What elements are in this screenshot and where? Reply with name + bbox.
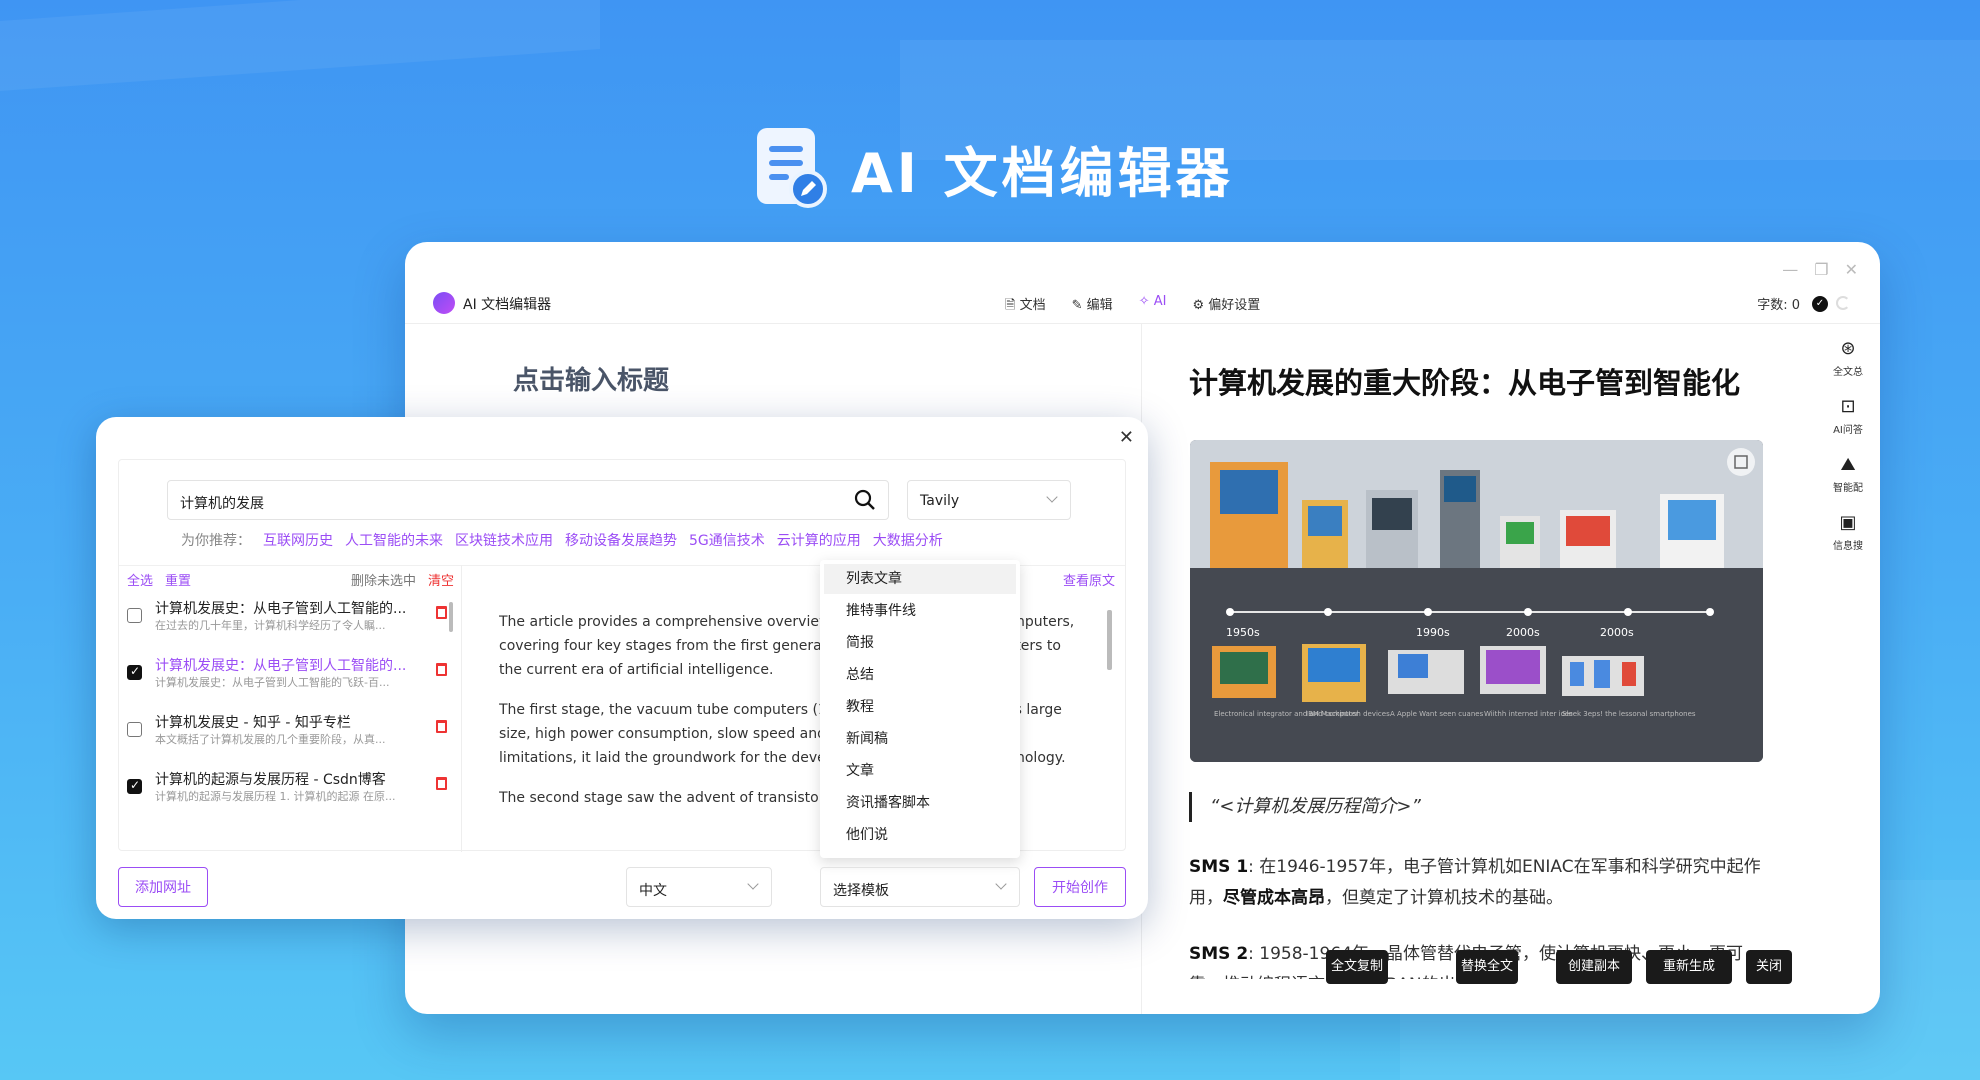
caption: Wiithh interned inter ioes <box>1484 710 1573 718</box>
nav-ai[interactable]: ✧ AI <box>1139 294 1167 318</box>
top-bar: AI 文档编辑器 🗎 文档 ✎ 编辑 ✧ AI ⚙ 偏好设置 字数: 0 ✓ <box>405 282 1880 324</box>
language-select[interactable]: 中文 <box>626 867 772 907</box>
close-button[interactable]: 关闭 <box>1746 950 1792 984</box>
scrollbar[interactable] <box>449 602 453 632</box>
search-screen-icon: ▣ <box>1839 512 1857 533</box>
document-edit-icon <box>755 128 827 208</box>
menu-item[interactable]: 列表文章 <box>824 564 1016 594</box>
sidebar-item-smart[interactable]: ⛰ 智能配 <box>1816 454 1880 494</box>
paragraph-1: SMS 1: 在1946-1957年，电子管计算机如ENIAC在军事和科学研究中… <box>1189 857 1761 908</box>
illustration-image: 1950s 1990s 2000s 2000s Electronical int… <box>1190 440 1763 762</box>
search-icon[interactable] <box>852 487 878 513</box>
view-source-link[interactable]: 查看原文 <box>1063 570 1115 589</box>
result-row[interactable]: 计算机发展史：从电子管到人工智能的...计算机发展史：从电子管到人工智能的飞跃-… <box>127 655 447 707</box>
chart-icon: ⛰ <box>1840 454 1856 475</box>
nav-document[interactable]: 🗎 文档 <box>1005 294 1046 318</box>
hero-title: AI 文档编辑器 <box>851 141 1234 205</box>
caption: IBM Mackintosh devices <box>1306 710 1390 718</box>
trash-icon[interactable] <box>436 777 447 790</box>
replace-all-button[interactable]: 替换全文 <box>1456 950 1518 984</box>
row-label: 1950s <box>1226 626 1260 639</box>
magic-wand-icon: ✧ <box>1138 294 1150 309</box>
word-count: 字数: 0 <box>1757 298 1800 313</box>
close-icon[interactable]: ✕ <box>1119 427 1134 448</box>
checkbox[interactable] <box>127 722 142 737</box>
checkbox[interactable] <box>127 664 142 680</box>
menu-item[interactable]: 文章 <box>824 756 1016 786</box>
row-label: 2000s <box>1506 626 1540 639</box>
menu-item[interactable]: 他们说 <box>824 820 1016 850</box>
template-select[interactable]: 选择模板 <box>820 867 1020 907</box>
menu-item[interactable]: 简报 <box>824 628 1016 658</box>
restore-icon[interactable]: ❐ <box>1814 260 1828 279</box>
search-input[interactable]: 计算机的发展 <box>167 480 889 520</box>
menu-item[interactable]: 新闻稿 <box>824 724 1016 754</box>
rec-link[interactable]: 人工智能的未来 <box>345 530 443 550</box>
reset-link[interactable]: 重置 <box>165 574 191 589</box>
menu-item[interactable]: 教程 <box>824 692 1016 722</box>
app-name: AI 文档编辑器 <box>463 297 552 313</box>
start-create-button[interactable]: 开始创作 <box>1034 867 1126 907</box>
add-url-button[interactable]: 添加网址 <box>118 867 208 907</box>
main-nav: 🗎 文档 ✎ 编辑 ✧ AI ⚙ 偏好设置 <box>1005 294 1260 318</box>
rec-link[interactable]: 云计算的应用 <box>777 530 861 550</box>
clear-link[interactable]: 清空 <box>428 574 454 589</box>
row-label: 2000s <box>1600 626 1634 639</box>
chevron-down-icon <box>747 878 759 890</box>
engine-select[interactable]: Tavily <box>907 480 1071 520</box>
template-menu: 列表文章 推特事件线 简报 总结 教程 新闻稿 文章 资讯播客脚本 他们说 <box>820 560 1020 858</box>
rec-link[interactable]: 大数据分析 <box>873 530 943 550</box>
saved-check-icon[interactable]: ✓ <box>1812 296 1828 312</box>
select-all-link[interactable]: 全选 <box>127 574 153 589</box>
rec-link[interactable]: 5G通信技术 <box>689 530 765 550</box>
minimize-icon[interactable]: — <box>1782 260 1798 279</box>
sidebar-item-ai-qa[interactable]: ⊡ AI问答 <box>1816 396 1880 436</box>
create-copy-button[interactable]: 创建副本 <box>1556 950 1632 984</box>
search-dialog: ✕ 计算机的发展 Tavily 为你推荐： 互联网历史 人工智能的未来 区块链技… <box>96 417 1148 919</box>
nav-edit[interactable]: ✎ 编辑 <box>1072 294 1113 318</box>
menu-item[interactable]: 资讯播客脚本 <box>824 788 1016 818</box>
rec-link[interactable]: 互联网历史 <box>263 530 333 550</box>
rec-link[interactable]: 移动设备发展趋势 <box>565 530 677 550</box>
trash-icon[interactable] <box>436 663 447 676</box>
trash-icon[interactable] <box>436 606 447 619</box>
chevron-down-icon <box>995 878 1007 890</box>
menu-item[interactable]: 总结 <box>824 660 1016 690</box>
document-icon: 🗎 <box>1005 298 1016 313</box>
result-row[interactable]: 计算机发展史：从电子管到人工智能的... 在过去的几十年里，计算机科学经历了令人瞩… <box>127 598 447 650</box>
caption: A Apple Want seen cuanes <box>1390 710 1484 718</box>
menu-item[interactable]: 推特事件线 <box>824 596 1016 626</box>
window-controls: — ❐ ✕ <box>1782 260 1858 279</box>
sidebar-item-search[interactable]: ▣ 信息搜 <box>1816 512 1880 552</box>
pencil-icon: ✎ <box>1071 298 1083 313</box>
regenerate-button[interactable]: 重新生成 <box>1646 950 1732 984</box>
gear-icon: ⚙ <box>1192 298 1205 313</box>
sidebar-item-summary[interactable]: ⊛ 全文总 <box>1816 338 1880 378</box>
copy-all-button[interactable]: 全文复制 <box>1326 950 1388 984</box>
aperture-icon: ⊛ <box>1840 338 1856 359</box>
rec-link[interactable]: 区块链技术应用 <box>455 530 553 550</box>
trash-icon[interactable] <box>436 720 447 733</box>
robot-icon: ⊡ <box>1840 396 1856 417</box>
checkbox[interactable] <box>127 608 142 623</box>
right-sidebar: ⊛ 全文总 ⊡ AI问答 ⛰ 智能配 ▣ 信息搜 <box>1816 324 1880 1014</box>
close-icon[interactable]: ✕ <box>1845 260 1858 279</box>
delete-unselected-link[interactable]: 删除未选中 <box>351 574 416 589</box>
title-input[interactable]: 点击输入标题 <box>513 360 669 397</box>
result-row[interactable]: 计算机发展史 - 知乎 - 知乎专栏 本文概括了计算机发展的几个重要阶段，从真..… <box>127 712 447 764</box>
nav-preferences[interactable]: ⚙ 偏好设置 <box>1192 294 1260 318</box>
loading-icon <box>1836 296 1850 310</box>
hero-header: AI 文档编辑器 <box>755 128 1234 208</box>
quote-block: “<计算机发展历程简介>” <box>1189 792 1421 822</box>
recommendations: 为你推荐： 互联网历史 人工智能的未来 区块链技术应用 移动设备发展趋势 5G通… <box>181 530 943 550</box>
row-label: 1990s <box>1416 626 1450 639</box>
checkbox[interactable] <box>127 778 142 794</box>
result-row[interactable]: 计算机的起源与发展历程 - Csdn博客计算机的起源与发展历程 1. 计算机的起… <box>127 769 447 821</box>
document-title: 计算机发展的重大阶段：从电子管到智能化 <box>1189 366 1741 400</box>
caption: Sleek 3eps! the lessonal smartphones <box>1562 710 1696 718</box>
app-logo-icon <box>433 292 455 314</box>
chevron-down-icon <box>1046 491 1058 503</box>
scrollbar[interactable] <box>1107 610 1112 670</box>
